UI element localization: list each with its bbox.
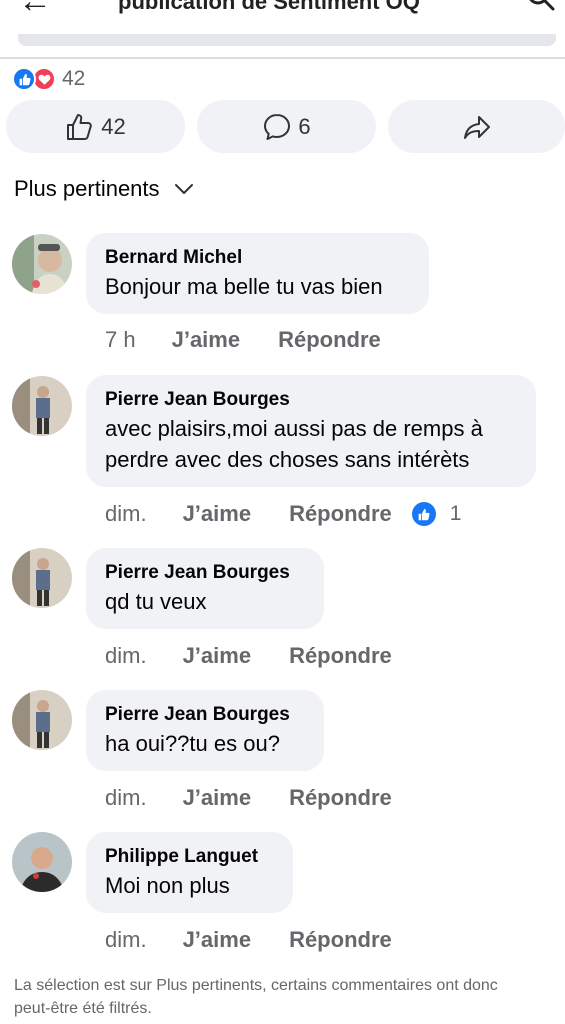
comment-time: dim. [105, 501, 147, 526]
comment-time: dim. [105, 785, 147, 810]
avatar[interactable] [12, 376, 72, 436]
comment-bubble: Pierre Jean Bourges ha oui??tu es ou? [86, 690, 324, 771]
comment-bubble: Philippe Languet Moi non plus [86, 832, 293, 913]
comment-text: ha oui??tu es ou? [105, 731, 280, 756]
like-button[interactable]: 42 [6, 100, 185, 153]
avatar[interactable] [12, 548, 72, 608]
comment-reply-button[interactable]: Répondre [289, 643, 392, 669]
thumbs-up-icon [67, 113, 93, 140]
comment-reply-button[interactable]: Répondre [289, 927, 392, 953]
comment-reaction-count: 1 [449, 502, 462, 525]
comment-reply-button[interactable]: Répondre [278, 327, 381, 353]
comment-bubble: Pierre Jean Bourges qd tu veux [86, 548, 324, 629]
comment-like-button[interactable]: J’aime [183, 501, 252, 527]
comment-author[interactable]: Pierre Jean Bourges [105, 560, 304, 586]
comment-like-button[interactable]: J’aime [183, 643, 252, 669]
like-icon [411, 502, 436, 526]
avatar[interactable] [12, 832, 72, 892]
divider [0, 57, 565, 59]
avatar[interactable] [12, 234, 72, 294]
comment-author[interactable]: Bernard Michel [105, 245, 409, 271]
comment-time: dim. [105, 927, 147, 952]
chevron-down-icon [174, 184, 193, 194]
comment-button[interactable]: 6 [197, 100, 376, 153]
page-title: publication de Sentiment OQ [118, 0, 420, 14]
comment-actions: dim. J’aime Répondre [105, 643, 392, 669]
comment-time: dim. [105, 643, 147, 668]
reactions-count: 42 [62, 67, 86, 90]
reactions-summary[interactable]: 42 [12, 66, 85, 92]
comment-reactions[interactable]: 1 [411, 502, 462, 526]
comment-icon [264, 113, 291, 140]
comment-bubble: Bernard Michel Bonjour ma belle tu vas b… [86, 233, 429, 314]
comment-text: avec plaisirs,moi aussi pas de remps à p… [105, 416, 483, 472]
search-icon[interactable] [526, 0, 556, 14]
top-bar: ← publication de Sentiment OQ [0, 0, 565, 36]
comment-text: Moi non plus [105, 873, 230, 898]
comment-author[interactable]: Pierre Jean Bourges [105, 387, 516, 413]
comment-like-button[interactable]: J’aime [172, 327, 241, 353]
avatar[interactable] [12, 690, 72, 750]
filter-notice: La sélection est sur Plus pertinents, ce… [14, 977, 498, 1017]
share-icon [463, 115, 490, 139]
comment-actions: dim. J’aime Répondre [105, 927, 392, 953]
comment-reply-button[interactable]: Répondre [289, 501, 392, 527]
comment-actions: 7 h J’aime Répondre [105, 327, 381, 353]
comment-time: 7 h [105, 327, 136, 352]
like-count: 42 [101, 113, 126, 139]
comment-like-button[interactable]: J’aime [183, 785, 252, 811]
comment-reply-button[interactable]: Répondre [289, 785, 392, 811]
share-button[interactable] [388, 100, 565, 153]
comment-text: Bonjour ma belle tu vas bien [105, 274, 383, 299]
comment-author[interactable]: Philippe Languet [105, 844, 273, 870]
comment-actions: dim. J’aime Répondre [105, 785, 392, 811]
post-preview-bar [18, 34, 556, 46]
back-arrow-icon[interactable]: ← [18, 0, 52, 18]
sort-label: Plus pertinents [14, 176, 160, 201]
comment-count: 6 [298, 113, 311, 139]
comment-bubble: Pierre Jean Bourges avec plaisirs,moi au… [86, 375, 536, 487]
comment-text: qd tu veux [105, 589, 207, 614]
comment-like-button[interactable]: J’aime [183, 927, 252, 953]
sort-dropdown[interactable]: Plus pertinents [14, 176, 194, 202]
comment-author[interactable]: Pierre Jean Bourges [105, 702, 304, 728]
like-icon [12, 67, 36, 91]
comment-actions: dim. J’aime Répondre 1 [105, 501, 461, 527]
